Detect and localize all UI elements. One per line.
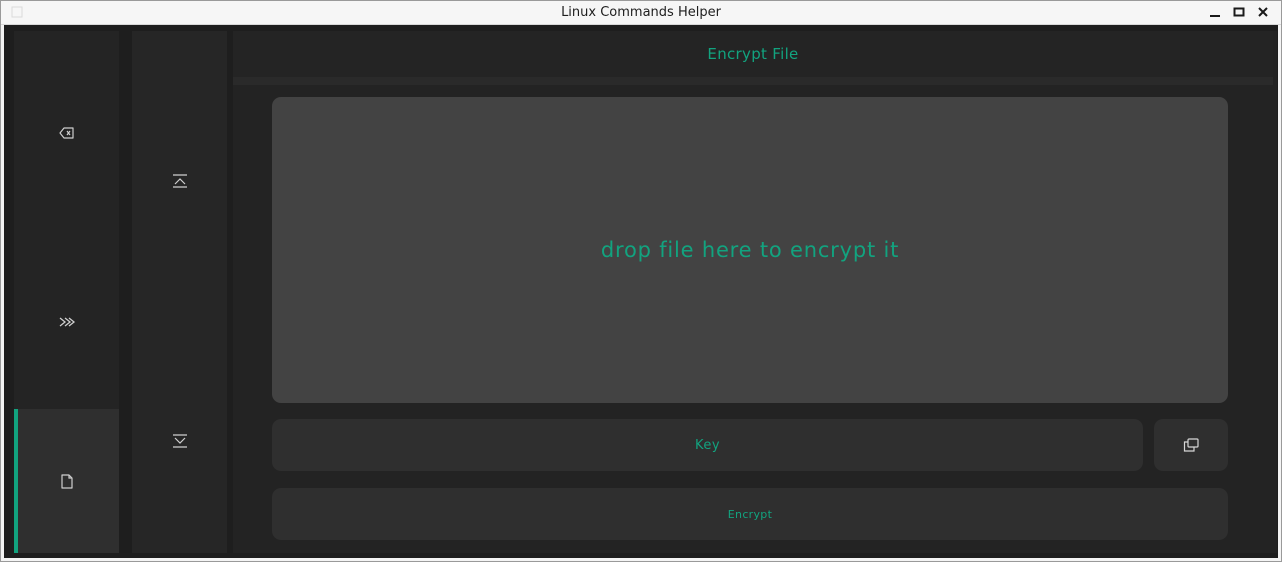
window-controls <box>1207 4 1271 20</box>
close-button[interactable] <box>1255 4 1271 20</box>
double-chevron-right-icon <box>59 317 75 327</box>
sidebar-item-encrypt[interactable] <box>132 161 227 201</box>
encrypt-button[interactable]: Encrypt <box>272 488 1228 540</box>
page-header: Encrypt File <box>233 31 1273 77</box>
encrypt-button-label: Encrypt <box>727 507 773 521</box>
key-field-label: Key <box>694 437 721 453</box>
app-window: Linux Commands Helper Encrypt File drop … <box>0 0 1282 562</box>
file-icon <box>60 473 73 489</box>
maximize-button[interactable] <box>1231 4 1247 20</box>
header-divider <box>233 77 1273 85</box>
collapse-to-bottom-icon <box>172 434 187 448</box>
copy-key-button[interactable] <box>1154 419 1228 471</box>
sidebar-item-clear[interactable] <box>14 31 119 235</box>
collapse-to-top-icon <box>172 174 187 188</box>
close-icon <box>1258 7 1268 17</box>
sidebar-item-files[interactable] <box>14 409 119 553</box>
window-title: Linux Commands Helper <box>561 5 721 20</box>
copy-icon <box>1183 438 1199 452</box>
title-bar[interactable]: Linux Commands Helper <box>1 1 1281 25</box>
file-dropzone[interactable]: drop file here to encrypt it <box>272 97 1228 403</box>
key-field[interactable]: Key <box>272 419 1143 471</box>
dropzone-label: drop file here to encrypt it <box>600 238 900 262</box>
minimize-button[interactable] <box>1207 4 1223 20</box>
sidebar-item-decrypt[interactable] <box>132 421 227 461</box>
primary-sidebar <box>14 31 119 553</box>
maximize-icon <box>1233 7 1245 17</box>
secondary-sidebar <box>132 31 227 553</box>
app-content: Encrypt File drop file here to encrypt i… <box>4 25 1278 558</box>
backspace-icon <box>58 127 74 139</box>
sidebar-item-commands[interactable] <box>14 235 119 409</box>
page-title: Encrypt File <box>707 45 799 63</box>
main-panel: Encrypt File drop file here to encrypt i… <box>233 31 1277 553</box>
minimize-icon <box>1210 15 1220 17</box>
